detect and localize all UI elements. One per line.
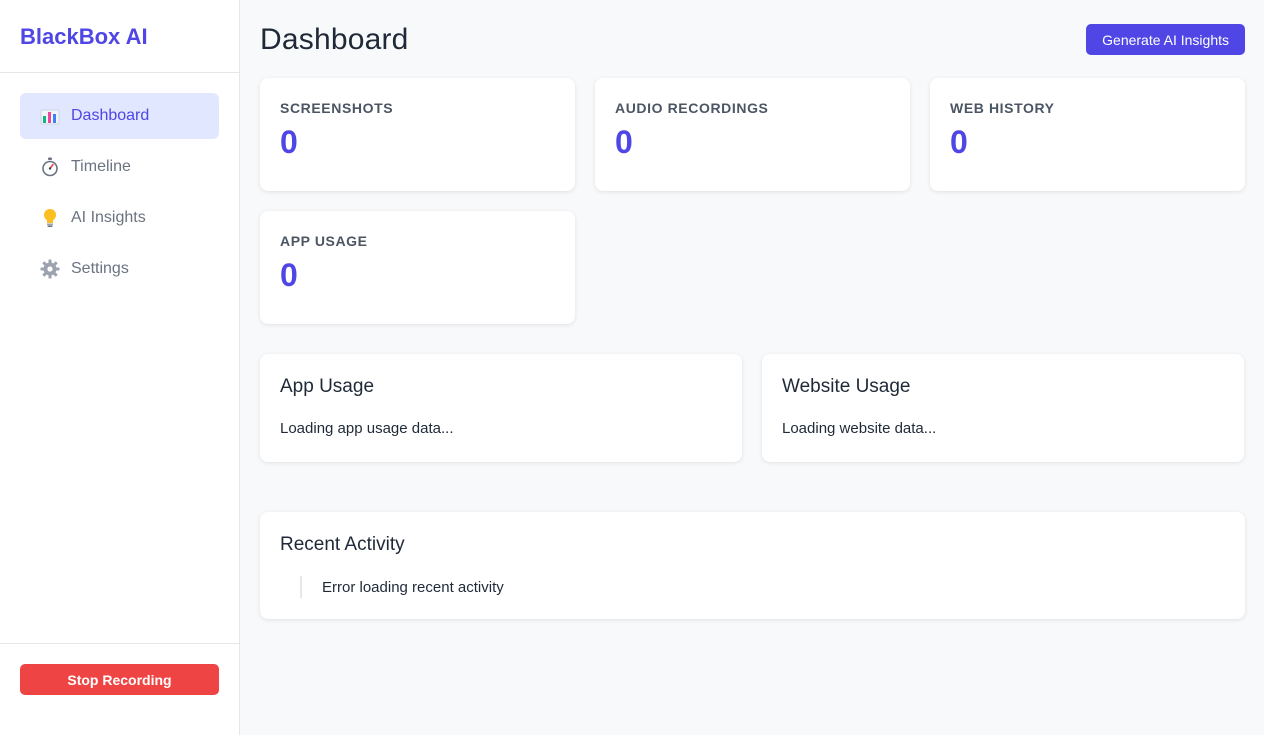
recent-activity-card: Recent Activity Error loading recent act… [260, 512, 1245, 619]
sidebar-item-label: AI Insights [71, 209, 146, 226]
stat-label: AUDIO RECORDINGS [615, 100, 769, 116]
sidebar-item-label: Settings [71, 260, 129, 277]
stat-label: WEB HISTORY [950, 100, 1055, 116]
stop-recording-button[interactable]: Stop Recording [20, 664, 219, 695]
main-content: Dashboard Generate AI Insights SCREENSHO… [240, 0, 1264, 735]
app-usage-status: Loading app usage data... [280, 420, 454, 437]
stat-card-audio-recordings: AUDIO RECORDINGS 0 [595, 78, 910, 191]
activity-list: Error loading recent activity [300, 576, 1225, 598]
gear-icon [39, 258, 61, 280]
website-usage-status: Loading website data... [782, 420, 937, 437]
stats-grid: SCREENSHOTS 0 AUDIO RECORDINGS 0 WEB HIS… [260, 78, 1245, 324]
sidebar-item-label: Timeline [71, 158, 131, 175]
stat-value: 0 [615, 124, 633, 160]
sidebar-item-settings[interactable]: Settings [20, 246, 219, 292]
sidebar-item-timeline[interactable]: Timeline [20, 144, 219, 190]
stopwatch-icon [39, 156, 61, 178]
usage-section: App Usage Loading app usage data... Webs… [260, 354, 1245, 462]
sidebar-item-ai-insights[interactable]: AI Insights [20, 195, 219, 241]
stat-label: SCREENSHOTS [280, 100, 394, 116]
lightbulb-icon [39, 207, 61, 229]
stat-value: 0 [280, 257, 298, 293]
page-header: Dashboard Generate AI Insights [260, 0, 1245, 78]
stat-label: APP USAGE [280, 233, 368, 249]
stat-card-screenshots: SCREENSHOTS 0 [260, 78, 575, 191]
website-usage-title: Website Usage [782, 376, 911, 397]
sidebar-footer: Stop Recording [0, 643, 239, 735]
chart-bars-icon [39, 105, 61, 127]
stat-card-app-usage: APP USAGE 0 [260, 211, 575, 324]
sidebar-item-dashboard[interactable]: Dashboard [20, 93, 219, 139]
stat-value: 0 [950, 124, 968, 160]
brand-logo: BlackBox AI [0, 0, 239, 73]
stat-value: 0 [280, 124, 298, 160]
sidebar-nav: Dashboard Timeline AI Insights Settings [0, 73, 239, 643]
page-title: Dashboard [260, 23, 409, 56]
website-usage-card: Website Usage Loading website data... [762, 354, 1244, 462]
list-item: Error loading recent activity [322, 578, 504, 596]
generate-ai-insights-button[interactable]: Generate AI Insights [1086, 24, 1245, 55]
sidebar-item-label: Dashboard [71, 107, 150, 124]
recent-activity-title: Recent Activity [280, 534, 405, 555]
app-usage-card: App Usage Loading app usage data... [260, 354, 742, 462]
app-usage-title: App Usage [280, 376, 375, 397]
sidebar: BlackBox AI Dashboard Timeline AI Insigh… [0, 0, 240, 735]
stat-card-web-history: WEB HISTORY 0 [930, 78, 1245, 191]
